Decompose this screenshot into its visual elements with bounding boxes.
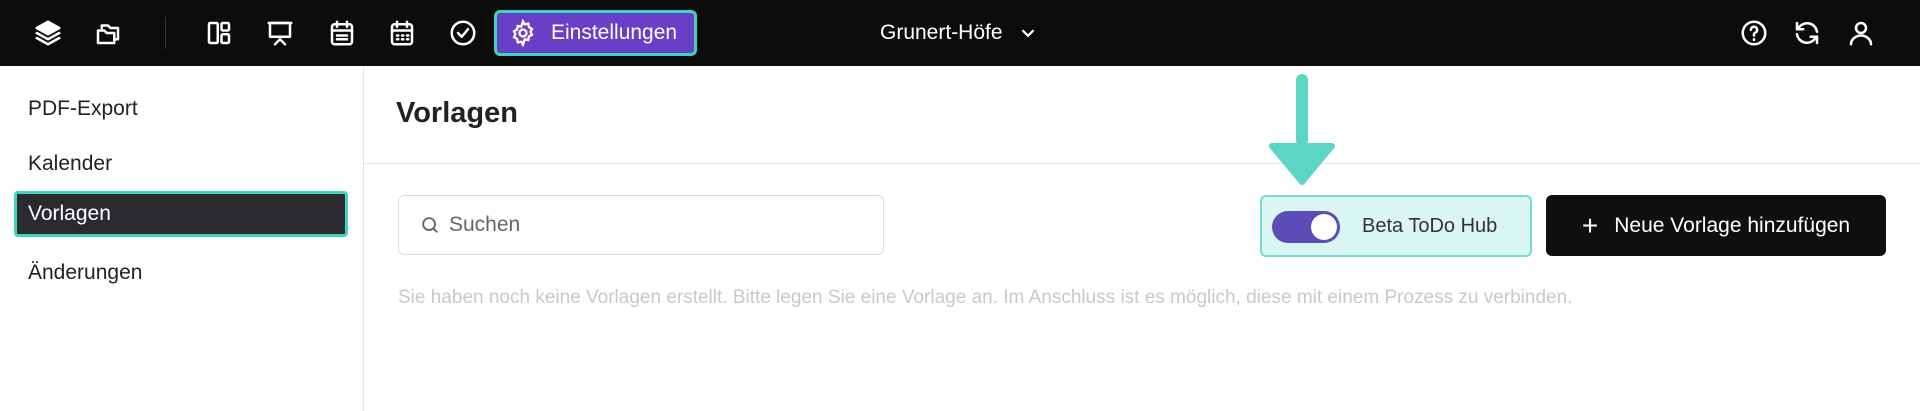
sidebar-item-label: Vorlagen (28, 202, 111, 225)
dashboard-icon[interactable] (199, 13, 239, 53)
toggle-knob (1311, 214, 1337, 240)
page-title: Vorlagen (396, 97, 518, 129)
sidebar-item-kalender[interactable]: Kalender (14, 141, 348, 187)
top-navigation-bar: Einstellungen Grunert-Höfe (0, 0, 1920, 66)
folders-icon[interactable] (88, 13, 128, 53)
gear-icon (512, 19, 534, 47)
beta-todo-hub-toggle-box[interactable]: Beta ToDo Hub (1260, 195, 1532, 257)
user-icon[interactable] (1841, 13, 1881, 53)
project-switcher[interactable]: Grunert-Höfe (880, 18, 1039, 48)
settings-button[interactable]: Einstellungen (494, 10, 697, 56)
sidebar-item-aenderungen[interactable]: Änderungen (14, 250, 348, 296)
sidebar-item-label: PDF-Export (28, 97, 138, 120)
refresh-icon[interactable] (1787, 13, 1827, 53)
sidebar-item-label: Änderungen (28, 261, 143, 284)
arrow-down-icon (1269, 74, 1335, 185)
add-template-label: Neue Vorlage hinzufügen (1614, 213, 1851, 237)
check-circle-icon[interactable] (443, 13, 483, 53)
header-divider (365, 163, 1920, 164)
presentation-icon[interactable] (260, 13, 300, 53)
calendar-list-icon[interactable] (322, 13, 362, 53)
beta-toggle-switch[interactable] (1272, 211, 1340, 243)
add-template-button[interactable]: + Neue Vorlage hinzufügen (1546, 195, 1886, 256)
layers-icon[interactable] (28, 13, 68, 53)
beta-label: Beta ToDo Hub (1362, 215, 1498, 237)
sidebar-item-vorlagen[interactable]: Vorlagen (14, 191, 348, 237)
settings-label: Einstellungen (551, 21, 678, 44)
search-icon (422, 217, 438, 233)
toolbar-separator (165, 17, 166, 49)
search-field[interactable] (398, 195, 884, 255)
search-input[interactable] (449, 213, 869, 237)
plus-icon: + (1581, 209, 1599, 241)
calendar-icon[interactable] (382, 13, 422, 53)
sidebar-item-pdf-export[interactable]: PDF-Export (14, 86, 348, 132)
empty-state-message: Sie haben noch keine Vorlagen erstellt. … (398, 287, 1573, 308)
sidebar-item-label: Kalender (28, 152, 113, 175)
project-name: Grunert-Höfe (880, 21, 1003, 44)
chevron-down-icon (1021, 29, 1034, 38)
settings-sidebar: PDF-Export Kalender Vorlagen Änderungen (0, 66, 364, 411)
help-icon[interactable] (1734, 13, 1774, 53)
